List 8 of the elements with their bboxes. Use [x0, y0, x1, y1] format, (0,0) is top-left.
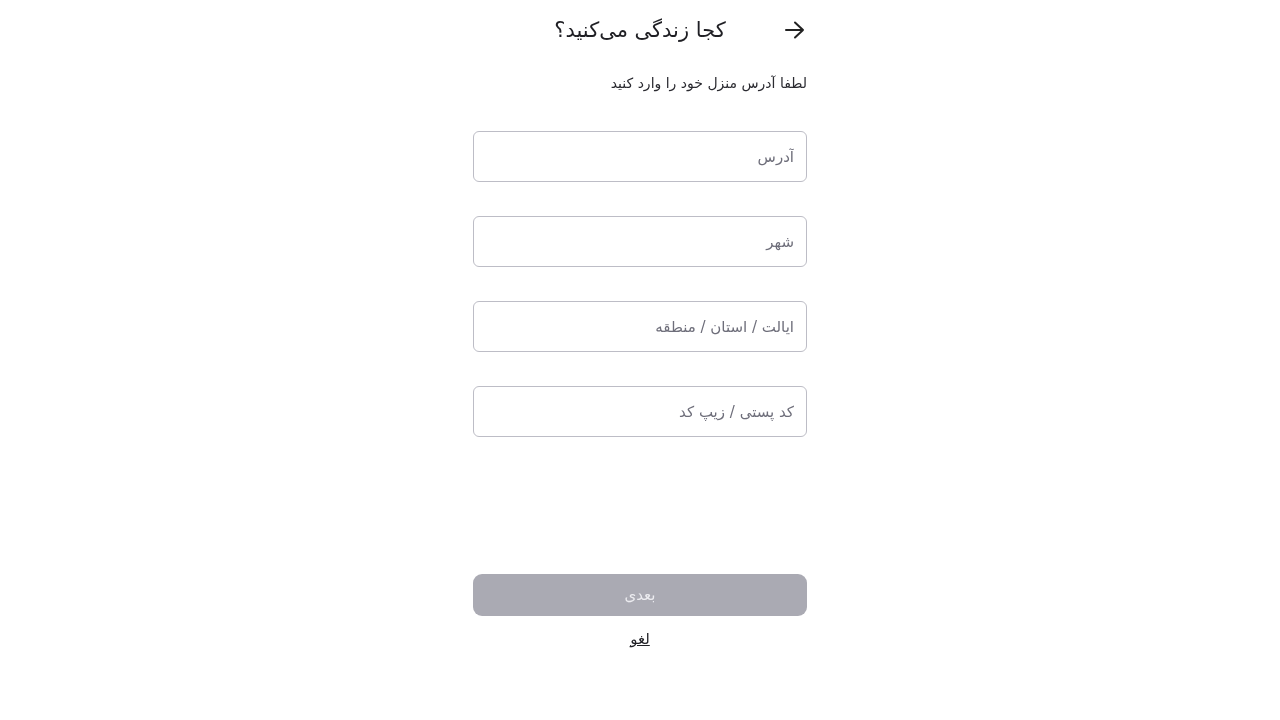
- instruction-text: لطفا آدرس منزل خود را وارد کنید: [610, 74, 807, 94]
- page-title: کجا زندگی می‌کنید؟: [553, 18, 727, 42]
- cancel-link[interactable]: لغو: [630, 630, 650, 648]
- input-field[interactable]: شهر: [473, 216, 807, 267]
- input-field[interactable]: آدرس: [473, 131, 807, 182]
- input-field[interactable]: کد پستی / زیپ کد: [473, 386, 807, 437]
- input-field[interactable]: ایالت / استان / منطقه: [473, 301, 807, 352]
- back-arrow-icon[interactable]: [785, 21, 805, 39]
